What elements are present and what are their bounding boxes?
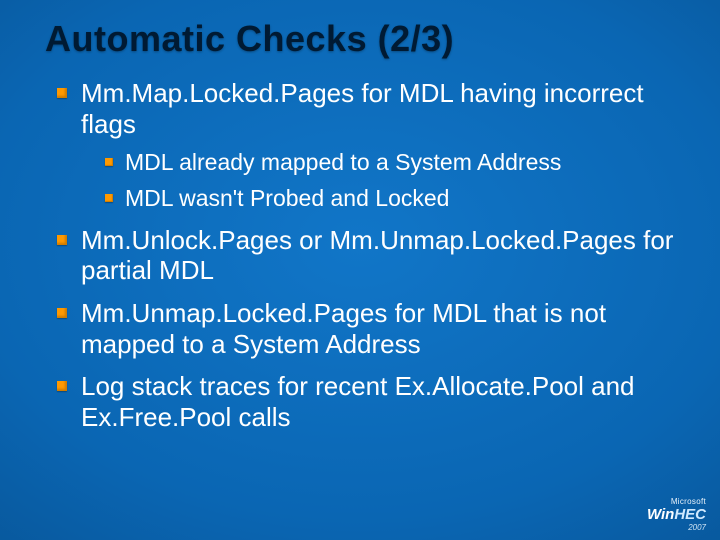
list-item-text: Mm.Map.Locked.Pages for MDL having incor… [81,78,644,139]
list-item-text: Mm.Unlock.Pages or Mm.Unmap.Locked.Pages… [81,225,673,286]
footer-brand-b: HEC [674,506,706,523]
list-item-text: Mm.Unmap.Locked.Pages for MDL that is no… [81,298,606,359]
list-item-text: MDL wasn't Probed and Locked [125,185,449,211]
list-item-text: MDL already mapped to a System Address [125,149,561,175]
slide: Automatic Checks (2/3) Mm.Map.Locked.Pag… [0,0,720,540]
footer-brand: WinHEC [647,507,706,522]
footer-logo: Microsoft WinHEC 2007 [647,498,706,532]
list-item: MDL wasn't Probed and Locked [105,185,680,213]
list-item: Mm.Unlock.Pages or Mm.Unmap.Locked.Pages… [57,225,680,286]
footer-company: Microsoft [647,498,706,506]
list-item-text: Log stack traces for recent Ex.Allocate.… [81,371,635,432]
slide-title: Automatic Checks (2/3) [45,18,680,60]
list-item: Mm.Unmap.Locked.Pages for MDL that is no… [57,298,680,359]
list-item: Mm.Map.Locked.Pages for MDL having incor… [57,78,680,213]
sub-list: MDL already mapped to a System Address M… [81,149,680,212]
footer-brand-a: Win [647,506,674,523]
list-item: Log stack traces for recent Ex.Allocate.… [57,371,680,432]
list-item: MDL already mapped to a System Address [105,149,680,177]
bullet-list: Mm.Map.Locked.Pages for MDL having incor… [45,78,680,433]
footer-year: 2007 [647,524,706,532]
